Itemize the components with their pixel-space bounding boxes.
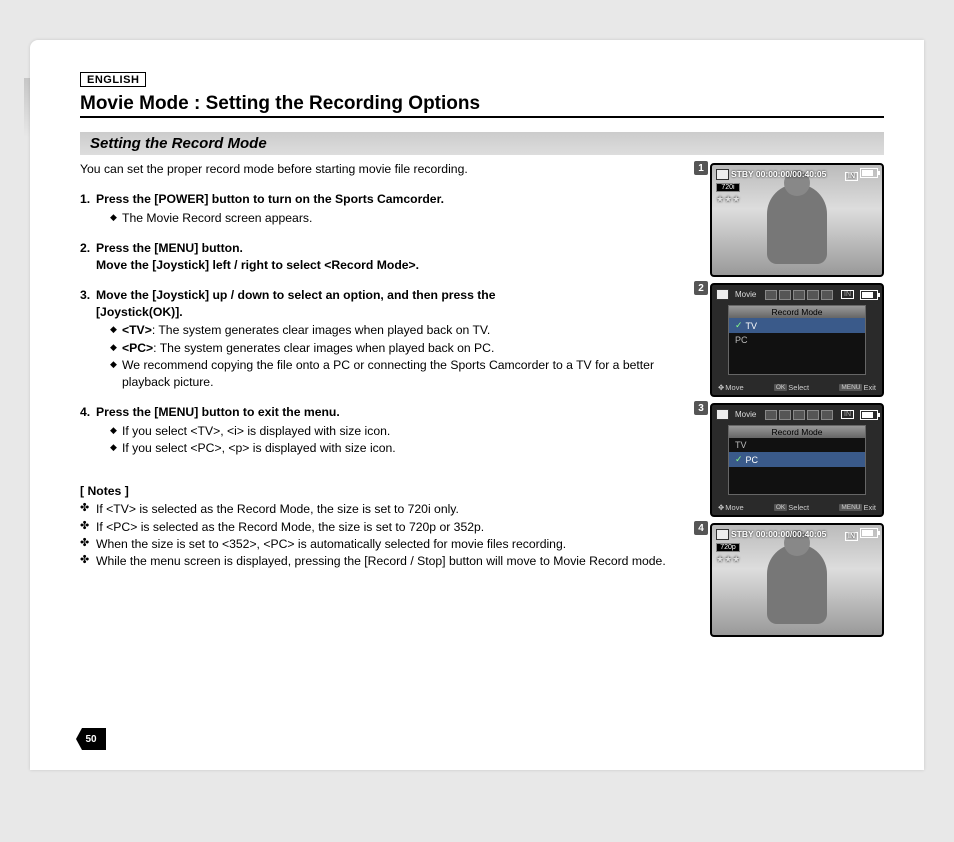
figure-number-badge: 4 [694,521,708,535]
hint-exit: MENU Exit [839,383,876,392]
camcorder-icon [716,409,729,420]
instruction-column: You can set the proper record mode befor… [80,161,682,637]
status-text: STBY [731,529,754,539]
step-heading: Move the [Joystick] up / down to select … [96,288,496,302]
menu-title: Record Mode [729,306,865,318]
step-bullet: We recommend copying the file onto a PC … [110,357,682,390]
hint-select: OK Select [774,383,809,392]
camcorder-screen: STBY 00:00:00/00:40:05 IN 720i ★★★ [710,163,884,277]
photo-preview [712,165,882,275]
notes-heading: [ Notes ] [80,483,682,499]
hint-exit: MENU Exit [839,503,876,512]
step-heading-line2: [Joystick(OK)]. [80,304,682,320]
battery-icon [860,528,878,538]
tab-icons [765,410,833,420]
memory-icon: IN [841,290,854,299]
section-subtitle: Setting the Record Mode [80,132,884,155]
menu-item-tv: TV [729,438,865,452]
camcorder-screen: STBY 00:00:00/00:40:05 IN 720p ★★★ [710,523,884,637]
note-item: If <TV> is selected as the Record Mode, … [80,501,682,517]
hint-move: ✥ Move [718,503,744,512]
menu-tab-label: Movie [735,410,756,419]
size-badge: 720i [716,183,740,192]
step-number: 3. [80,287,96,303]
camcorder-icon [716,169,729,180]
size-badge: 720p [716,543,740,552]
camcorder-screen: Movie IN Record Mode TV PC ✥ Move OK Sel… [710,283,884,397]
intro-text: You can set the proper record mode befor… [80,161,682,177]
note-item: If <PC> is selected as the Record Mode, … [80,519,682,535]
step-number: 2. [80,240,96,256]
camcorder-icon [716,289,729,300]
tab-icons [765,290,833,300]
status-text: STBY [731,169,754,179]
step-number: 1. [80,191,96,207]
page-number-text: 50 [76,728,106,750]
page-title: Movie Mode : Setting the Recording Optio… [80,93,884,118]
step-heading-line2: Move the [Joystick] left / right to sele… [80,257,682,273]
time-text: 00:00:00/00:40:05 [756,529,826,539]
figure-number-badge: 1 [694,161,708,175]
figure-4: 4 STBY 00:00:00/00:40:05 IN 720p ★★★ [698,523,884,637]
camcorder-icon [716,529,729,540]
memory-icon: IN [841,410,854,419]
step-3: 3.Move the [Joystick] up / down to selec… [80,287,682,390]
step-number: 4. [80,404,96,420]
step-1: 1.Press the [POWER] button to turn on th… [80,191,682,226]
figure-1: 1 STBY 00:00:00/00:40:05 IN 720i ★★★ [698,163,884,277]
figure-number-badge: 2 [694,281,708,295]
hint-move: ✥ Move [718,383,744,392]
menu-tab-label: Movie [735,290,756,299]
step-heading: Press the [MENU] button to exit the menu… [96,405,340,419]
battery-icon [860,410,878,420]
menu-item-tv: TV [729,318,865,333]
notes-list: If <TV> is selected as the Record Mode, … [80,501,682,570]
step-4: 4.Press the [MENU] button to exit the me… [80,404,682,456]
hint-select: OK Select [774,503,809,512]
memory-icon: IN [845,172,858,181]
step-bullet: <TV>: The system generates clear images … [110,322,682,338]
time-text: 00:00:00/00:40:05 [756,169,826,179]
memory-icon: IN [845,532,858,541]
page-number-badge: 50 [76,728,106,750]
step-bullet: <PC>: The system generates clear images … [110,340,682,356]
note-item: When the size is set to <352>, <PC> is a… [80,536,682,552]
quality-icon: ★★★ [716,554,740,565]
step-2: 2.Press the [MENU] button. Move the [Joy… [80,240,682,273]
step-bullet: If you select <PC>, <p> is displayed wit… [110,440,682,456]
step-bullet: If you select <TV>, <i> is displayed wit… [110,423,682,439]
menu-item-pc: PC [729,452,865,467]
camcorder-screen: Movie IN Record Mode TV PC ✥ Move OK Sel… [710,403,884,517]
figure-2: 2 Movie IN Record Mode TV PC [698,283,884,397]
language-label: ENGLISH [80,72,146,87]
battery-icon [860,290,878,300]
step-bullet: The Movie Record screen appears. [110,210,682,226]
menu-item-pc: PC [729,333,865,347]
photo-preview [712,525,882,635]
menu-title: Record Mode [729,426,865,438]
figure-number-badge: 3 [694,401,708,415]
note-item: While the menu screen is displayed, pres… [80,553,682,569]
figure-column: 1 STBY 00:00:00/00:40:05 IN 720i ★★★ 2 [698,163,884,637]
manual-page: ENGLISH Movie Mode : Setting the Recordi… [30,40,924,770]
figure-3: 3 Movie IN Record Mode TV PC [698,403,884,517]
quality-icon: ★★★ [716,194,740,205]
battery-icon [860,168,878,178]
step-heading: Press the [MENU] button. [96,241,243,255]
step-heading: Press the [POWER] button to turn on the … [96,192,444,206]
